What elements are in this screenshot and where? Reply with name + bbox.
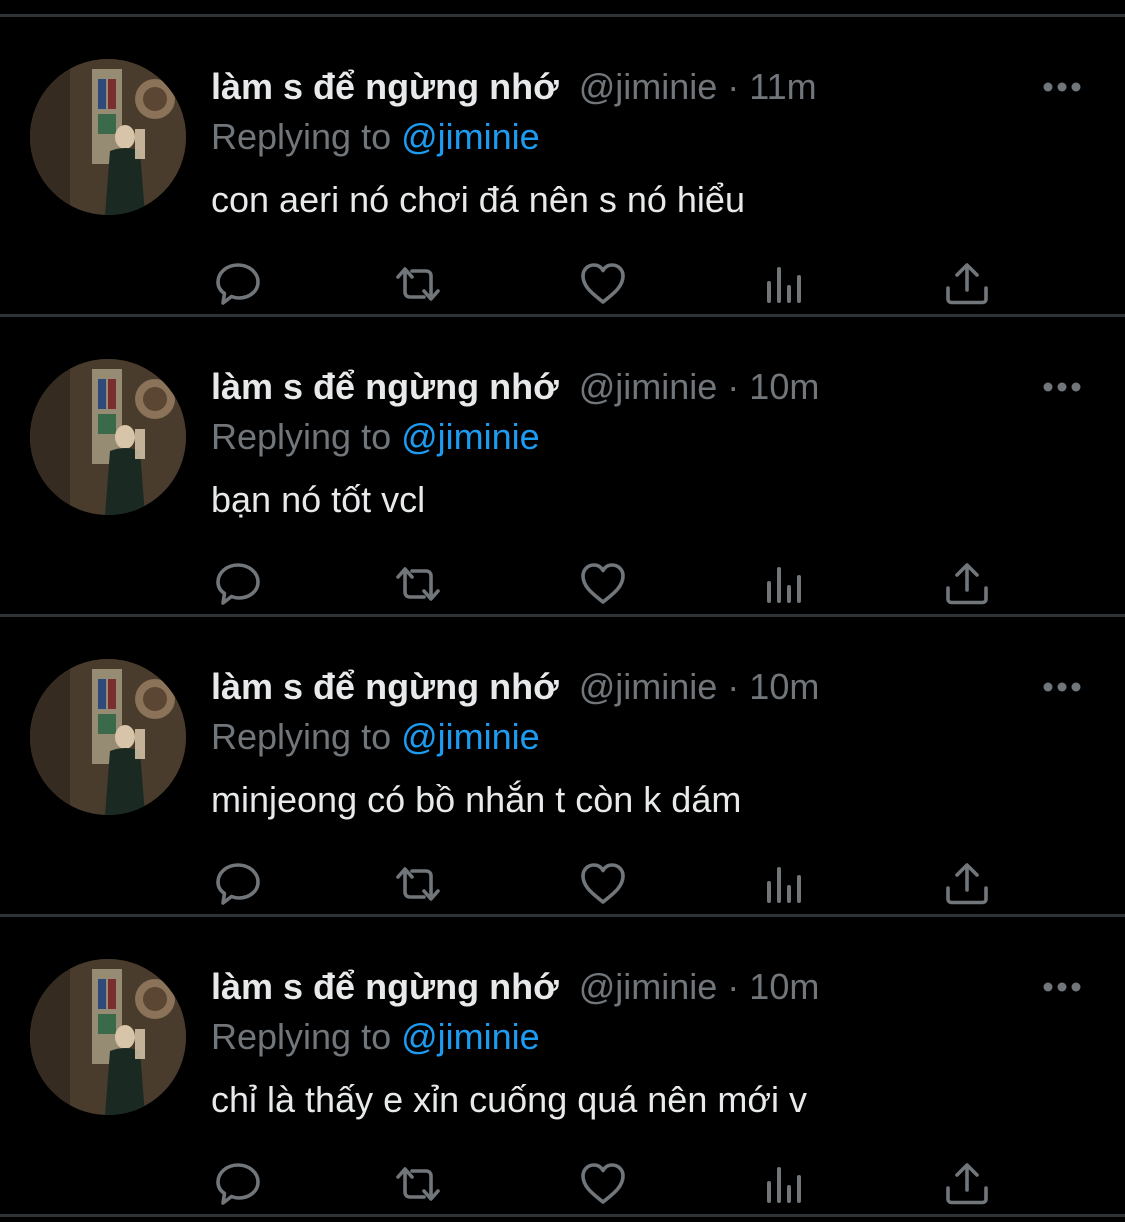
- heart-icon: [581, 263, 625, 304]
- like-button[interactable]: [578, 259, 628, 309]
- tweet-header: làm s để ngừng nhớ @jiminie · 10m: [211, 663, 819, 711]
- retweet-icon: [396, 867, 440, 901]
- heart-icon: [581, 863, 625, 904]
- display-name[interactable]: làm s để ngừng nhớ: [211, 966, 559, 1007]
- reply-button[interactable]: [213, 559, 263, 609]
- divider: [0, 1214, 1125, 1217]
- replying-to-line: Replying to @jiminie: [211, 713, 540, 761]
- separator: ·: [727, 366, 740, 407]
- reply-button[interactable]: [213, 859, 263, 909]
- like-button[interactable]: [578, 859, 628, 909]
- views-button[interactable]: [761, 259, 811, 309]
- avatar[interactable]: [30, 59, 186, 215]
- reply-tweet[interactable]: làm s để ngừng nhớ @jiminie · 10m Replyin…: [0, 917, 1125, 1217]
- separator: ·: [727, 966, 740, 1007]
- avatar[interactable]: [30, 659, 186, 815]
- more-horizontal-icon: [1043, 982, 1081, 992]
- share-button[interactable]: [942, 1159, 992, 1209]
- timestamp[interactable]: 10m: [749, 966, 819, 1007]
- replying-to-label: Replying to: [211, 116, 402, 157]
- retweet-icon: [396, 567, 440, 601]
- share-button[interactable]: [942, 859, 992, 909]
- timestamp[interactable]: 10m: [749, 666, 819, 707]
- separator: ·: [727, 66, 740, 107]
- mention-link[interactable]: @jiminie: [401, 116, 540, 157]
- tweet-header: làm s để ngừng nhớ @jiminie · 11m: [211, 63, 817, 111]
- reply-thread: làm s để ngừng nhớ @jiminie · 11m Replyin…: [0, 0, 1125, 1222]
- timestamp[interactable]: 10m: [749, 366, 819, 407]
- reply-tweet[interactable]: làm s để ngừng nhớ @jiminie · 10m Replyin…: [0, 317, 1125, 617]
- replying-to-line: Replying to @jiminie: [211, 113, 540, 161]
- user-handle[interactable]: @jiminie: [579, 366, 718, 407]
- more-options-button[interactable]: [1040, 69, 1084, 105]
- display-name[interactable]: làm s để ngừng nhớ: [211, 666, 559, 707]
- share-button[interactable]: [942, 559, 992, 609]
- retweet-button[interactable]: [393, 859, 443, 909]
- replying-to-label: Replying to: [211, 1016, 402, 1057]
- separator: ·: [727, 666, 740, 707]
- reply-button[interactable]: [213, 259, 263, 309]
- retweet-button[interactable]: [393, 259, 443, 309]
- replying-to-line: Replying to @jiminie: [211, 413, 540, 461]
- reply-button[interactable]: [213, 1159, 263, 1209]
- replying-to-label: Replying to: [211, 716, 402, 757]
- views-button[interactable]: [761, 559, 811, 609]
- like-button[interactable]: [578, 559, 628, 609]
- reply-tweet[interactable]: làm s để ngừng nhớ @jiminie · 11m Replyin…: [0, 17, 1125, 317]
- more-horizontal-icon: [1043, 82, 1081, 92]
- display-name[interactable]: làm s để ngừng nhớ: [211, 66, 559, 107]
- retweet-icon: [396, 1167, 440, 1201]
- tweet-text: minjeong có bồ nhắn t còn k dám: [211, 779, 742, 820]
- display-name[interactable]: làm s để ngừng nhớ: [211, 366, 559, 407]
- heart-icon: [581, 563, 625, 604]
- tweet-text: con aeri nó chơi đá nên s nó hiểu: [211, 179, 745, 220]
- tweet-header: làm s để ngừng nhớ @jiminie · 10m: [211, 363, 819, 411]
- bar-chart-icon: [767, 867, 801, 903]
- timestamp[interactable]: 11m: [749, 66, 816, 107]
- reply-bubble-icon: [216, 863, 260, 905]
- tweet-header: làm s để ngừng nhớ @jiminie · 10m: [211, 963, 819, 1011]
- mention-link[interactable]: @jiminie: [401, 416, 540, 457]
- bar-chart-icon: [767, 267, 801, 303]
- retweet-button[interactable]: [393, 1159, 443, 1209]
- user-handle[interactable]: @jiminie: [579, 966, 718, 1007]
- retweet-button[interactable]: [393, 559, 443, 609]
- more-options-button[interactable]: [1040, 369, 1084, 405]
- mention-link[interactable]: @jiminie: [401, 1016, 540, 1057]
- share-upload-icon: [946, 563, 988, 605]
- avatar[interactable]: [30, 359, 186, 515]
- views-button[interactable]: [761, 1159, 811, 1209]
- bar-chart-icon: [767, 1167, 801, 1203]
- heart-icon: [581, 1163, 625, 1204]
- replying-to-label: Replying to: [211, 416, 402, 457]
- share-upload-icon: [946, 1163, 988, 1205]
- views-button[interactable]: [761, 859, 811, 909]
- reply-bubble-icon: [216, 1163, 260, 1205]
- retweet-icon: [396, 267, 440, 301]
- bar-chart-icon: [767, 567, 801, 603]
- user-handle[interactable]: @jiminie: [579, 666, 718, 707]
- replying-to-line: Replying to @jiminie: [211, 1013, 540, 1061]
- mention-link[interactable]: @jiminie: [401, 716, 540, 757]
- more-options-button[interactable]: [1040, 669, 1084, 705]
- user-handle[interactable]: @jiminie: [579, 66, 718, 107]
- reply-bubble-icon: [216, 263, 260, 305]
- avatar[interactable]: [30, 959, 186, 1115]
- more-horizontal-icon: [1043, 682, 1081, 692]
- share-button[interactable]: [942, 259, 992, 309]
- share-upload-icon: [946, 263, 988, 305]
- more-horizontal-icon: [1043, 382, 1081, 392]
- reply-bubble-icon: [216, 563, 260, 605]
- tweet-text: chỉ là thấy e xỉn cuống quá nên mới v: [211, 1079, 807, 1120]
- more-options-button[interactable]: [1040, 969, 1084, 1005]
- share-upload-icon: [946, 863, 988, 905]
- like-button[interactable]: [578, 1159, 628, 1209]
- reply-tweet[interactable]: làm s để ngừng nhớ @jiminie · 10m Replyin…: [0, 617, 1125, 917]
- tweet-text: bạn nó tốt vcl: [211, 479, 426, 520]
